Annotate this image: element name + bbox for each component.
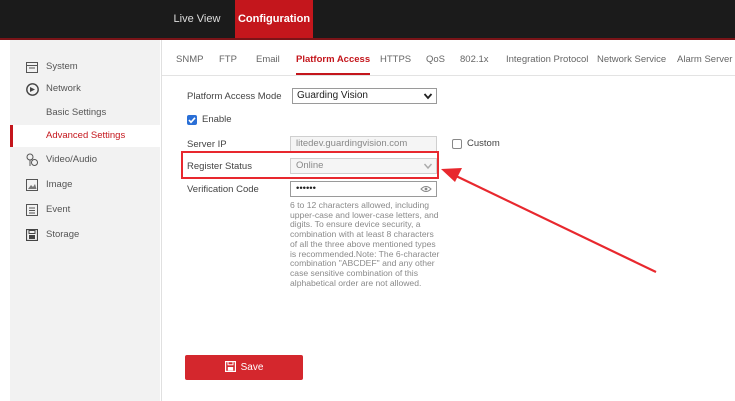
annotation-arrow [441, 168, 657, 273]
